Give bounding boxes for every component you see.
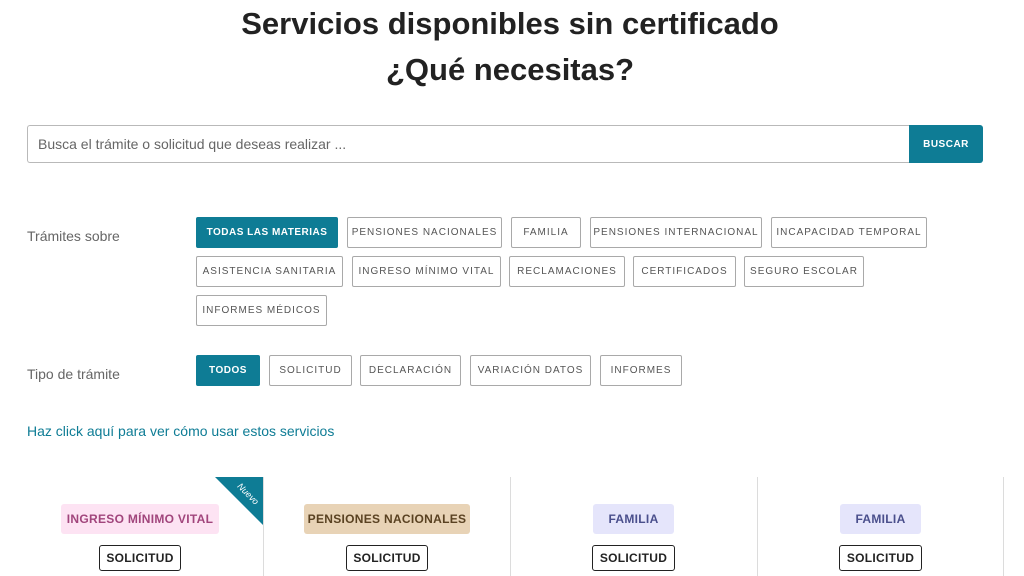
chip-pensiones-internacional[interactable]: PENSIONES INTERNACIONAL [590, 217, 762, 248]
card-1-solicitud-button[interactable]: SOLICITUD [99, 545, 181, 571]
page-title: Servicios disponibles sin certificado [241, 6, 779, 41]
chip-incapacidad-temporal[interactable]: INCAPACIDAD TEMPORAL [771, 217, 927, 248]
card-4-solicitud-button[interactable]: SOLICITUD [839, 545, 922, 571]
chip-todas-las-materias[interactable]: TODAS LAS MATERIAS [196, 217, 338, 248]
chip-ingreso-minimo-vital[interactable]: INGRESO MÍNIMO VITAL [352, 256, 501, 287]
chip-seguro-escolar[interactable]: SEGURO ESCOLAR [744, 256, 864, 287]
card-3-solicitud-button[interactable]: SOLICITUD [592, 545, 675, 571]
type-filter-label: Tipo de trámite [27, 366, 120, 382]
chip-informes-medicos[interactable]: INFORMES MÉDICOS [196, 295, 327, 326]
card-divider [1003, 477, 1004, 576]
card-3-category-tag: FAMILIA [593, 504, 674, 534]
card-divider [757, 477, 758, 576]
chip-declaracion[interactable]: DECLARACIÓN [360, 355, 461, 386]
card-2-category-tag: PENSIONES NACIONALES [304, 504, 470, 534]
chip-familia[interactable]: FAMILIA [511, 217, 581, 248]
card-4-category-tag: FAMILIA [840, 504, 921, 534]
chip-informes[interactable]: INFORMES [600, 355, 682, 386]
card-divider [510, 477, 511, 576]
card-1-category-tag: INGRESO MÍNIMO VITAL [61, 504, 219, 534]
search-input[interactable] [27, 125, 911, 163]
chip-variacion-datos[interactable]: VARIACIÓN DATOS [470, 355, 591, 386]
help-link[interactable]: Haz click aquí para ver cómo usar estos … [27, 423, 334, 439]
chip-asistencia-sanitaria[interactable]: ASISTENCIA SANITARIA [196, 256, 343, 287]
card-divider [263, 477, 264, 576]
subjects-filter-label: Trámites sobre [27, 228, 120, 244]
chip-certificados[interactable]: CERTIFICADOS [633, 256, 736, 287]
chip-reclamaciones[interactable]: RECLAMACIONES [509, 256, 625, 287]
page-subtitle: ¿Qué necesitas? [385, 52, 635, 87]
card-2-solicitud-button[interactable]: SOLICITUD [346, 545, 428, 571]
chip-solicitud[interactable]: SOLICITUD [269, 355, 352, 386]
search-button[interactable]: BUSCAR [909, 125, 983, 163]
chip-pensiones-nacionales[interactable]: PENSIONES NACIONALES [347, 217, 502, 248]
new-ribbon-icon: Nuevo [215, 477, 263, 525]
chip-todos[interactable]: TODOS [196, 355, 260, 386]
